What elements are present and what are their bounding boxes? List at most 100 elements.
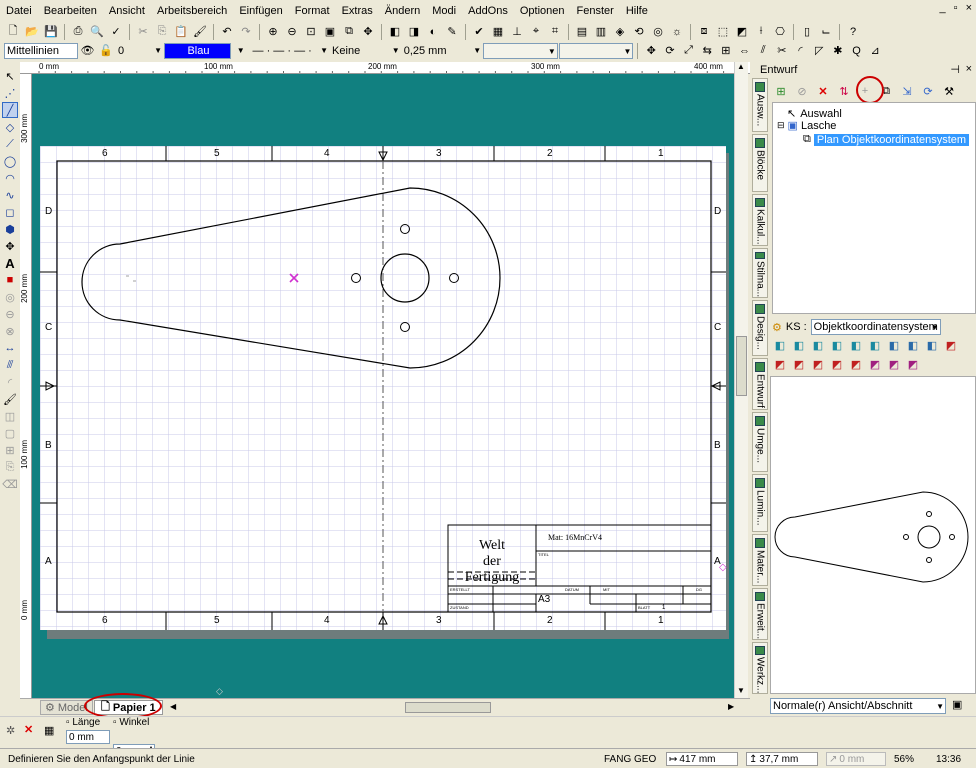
- array-icon[interactable]: ⊞: [717, 42, 735, 59]
- view-cube-icon[interactable]: ◩: [943, 338, 959, 352]
- menu-item[interactable]: Modi: [426, 5, 462, 17]
- color-select[interactable]: Blau: [164, 42, 231, 59]
- scroll-up-icon[interactable]: ▲: [737, 62, 745, 71]
- rotate-icon[interactable]: ⟳: [661, 42, 679, 59]
- side-tab[interactable]: Stilma...: [752, 248, 768, 298]
- pen-icon[interactable]: ✎: [443, 23, 461, 40]
- snap-icon[interactable]: ✔: [470, 23, 488, 40]
- empty-select-2[interactable]: ▼: [558, 42, 634, 59]
- track-icon[interactable]: ⌗: [546, 23, 564, 40]
- layer2-icon[interactable]: ◨: [405, 23, 423, 40]
- view-cube-icon[interactable]: ◧: [867, 338, 883, 352]
- zoom-fit-icon[interactable]: ⧉: [340, 23, 358, 40]
- chamfer-icon[interactable]: ◸: [810, 42, 828, 59]
- color-dropdown-icon[interactable]: ▼: [232, 42, 250, 59]
- view-cube-icon[interactable]: ◧: [848, 338, 864, 352]
- query-icon[interactable]: Q: [848, 42, 866, 59]
- view-cube-icon[interactable]: ◧: [810, 338, 826, 352]
- dimension-icon[interactable]: ↔: [2, 340, 18, 356]
- section-icon[interactable]: ⬚: [714, 23, 732, 40]
- line-icon[interactable]: ╱: [2, 102, 18, 118]
- polyline-icon[interactable]: ⟋: [2, 136, 18, 152]
- side-tab[interactable]: Entwurf: [752, 358, 768, 410]
- tree-item-lasche[interactable]: ⊟ ▣ Lasche: [777, 119, 836, 133]
- check-icon[interactable]: ✓: [107, 23, 125, 40]
- layer-number[interactable]: 0 ▼: [116, 43, 163, 59]
- shade-icon[interactable]: ◈: [611, 23, 629, 40]
- copy-icon[interactable]: ⎘: [153, 23, 171, 40]
- measure-icon[interactable]: ⟊: [752, 23, 770, 40]
- transform-icon[interactable]: ⇲: [898, 83, 916, 100]
- page-icon[interactable]: ▯: [798, 23, 816, 40]
- mirror-icon[interactable]: ⇆: [698, 42, 716, 59]
- menu-item[interactable]: AddOns: [462, 5, 514, 17]
- layer-tool-icon[interactable]: ◫: [2, 408, 18, 424]
- scale-icon[interactable]: ⤢: [680, 42, 698, 59]
- view-cube-icon[interactable]: ◩: [886, 357, 902, 371]
- empty-select-1[interactable]: ▼: [483, 42, 558, 59]
- block-icon[interactable]: ▢: [2, 425, 18, 441]
- side-tab[interactable]: Ausw...: [752, 78, 768, 132]
- menu-item[interactable]: Bearbeiten: [38, 5, 103, 17]
- grid-icon[interactable]: ▦: [489, 23, 507, 40]
- view-select[interactable]: Normale(r) Ansicht/Abschnitt ▼: [770, 698, 946, 714]
- canvas-vscroll[interactable]: ▲ ▼: [734, 62, 748, 698]
- view-options-icon[interactable]: ▣: [952, 698, 962, 711]
- preview-icon[interactable]: 🔍: [88, 23, 106, 40]
- curve-icon[interactable]: ∿: [2, 187, 18, 203]
- props-icon[interactable]: ⎔: [771, 23, 789, 40]
- view-cube-icon[interactable]: ◧: [905, 338, 921, 352]
- panel-close-icon[interactable]: ×: [966, 63, 972, 75]
- detail-icon[interactable]: ◩: [733, 23, 751, 40]
- open-icon[interactable]: 📂: [23, 23, 41, 40]
- new-plan-icon[interactable]: ⊞: [772, 83, 790, 100]
- new-icon[interactable]: 🗋: [4, 23, 22, 40]
- rectangle-icon[interactable]: ◇: [2, 119, 18, 135]
- select-arrow-icon[interactable]: ↖: [2, 68, 18, 84]
- circle-icon[interactable]: ◯: [2, 153, 18, 169]
- hatch-icon[interactable]: ⫻: [2, 357, 18, 373]
- paint-icon[interactable]: 🖌: [2, 391, 18, 407]
- pan-icon[interactable]: ✥: [359, 23, 377, 40]
- view-cube-icon[interactable]: ◩: [791, 357, 807, 371]
- linetype-select[interactable]: — · — · — · ▼: [251, 43, 330, 59]
- minimize-icon[interactable]: _: [940, 2, 946, 14]
- layer-select[interactable]: Mittellinien: [4, 42, 78, 59]
- point-icon[interactable]: ⋰: [2, 85, 18, 101]
- copy-tool-icon[interactable]: ⎘: [2, 459, 18, 475]
- update-icon[interactable]: ⟳: [919, 83, 937, 100]
- side-tab[interactable]: Desig...: [752, 300, 768, 356]
- brush-icon[interactable]: 🖌: [191, 23, 209, 40]
- collapse-icon[interactable]: ⊟: [777, 120, 785, 131]
- solid-icon[interactable]: ⬢: [2, 221, 18, 237]
- view-cube-icon[interactable]: ◩: [867, 357, 883, 371]
- intersect-icon[interactable]: ⊗: [2, 323, 18, 339]
- tree-item-plan[interactable]: ⧉ Plan Objektkoordinatensystem: [803, 133, 970, 146]
- hscroll-left-icon[interactable]: ◀: [170, 702, 176, 711]
- view-cube-icon[interactable]: ◧: [829, 338, 845, 352]
- close-icon[interactable]: ×: [966, 2, 972, 14]
- eye-icon[interactable]: 👁: [79, 42, 97, 59]
- layer-icon[interactable]: ◧: [386, 23, 404, 40]
- redo-icon[interactable]: ↷: [237, 23, 255, 40]
- menu-item[interactable]: Datei: [0, 5, 38, 17]
- array-tool-icon[interactable]: ⊞: [2, 442, 18, 458]
- explode-icon[interactable]: ✱: [829, 42, 847, 59]
- side-tab[interactable]: Blöcke: [752, 134, 768, 192]
- visibility-icon[interactable]: ◐: [424, 23, 442, 40]
- vscroll-thumb[interactable]: [736, 336, 747, 396]
- eraser-icon[interactable]: ⌫: [2, 476, 18, 492]
- cut-icon[interactable]: ✂: [134, 23, 152, 40]
- zoom-out-icon[interactable]: ⊖: [283, 23, 301, 40]
- view-cube-icon[interactable]: ◩: [905, 357, 921, 371]
- hscroll-thumb[interactable]: [405, 702, 491, 713]
- geo-toggle[interactable]: GEO: [634, 754, 656, 765]
- view-cube-icon[interactable]: ◩: [829, 357, 845, 371]
- view-cube-icon[interactable]: ◧: [924, 338, 940, 352]
- save-icon[interactable]: 💾: [42, 23, 60, 40]
- ks-select[interactable]: Objektkoordinatensystem ▼: [810, 319, 941, 335]
- viewport-icon[interactable]: ⧈: [695, 23, 713, 40]
- help-icon[interactable]: ?: [844, 23, 862, 40]
- view-cube-icon[interactable]: ◩: [772, 357, 788, 371]
- menu-item[interactable]: Ändern: [379, 5, 426, 17]
